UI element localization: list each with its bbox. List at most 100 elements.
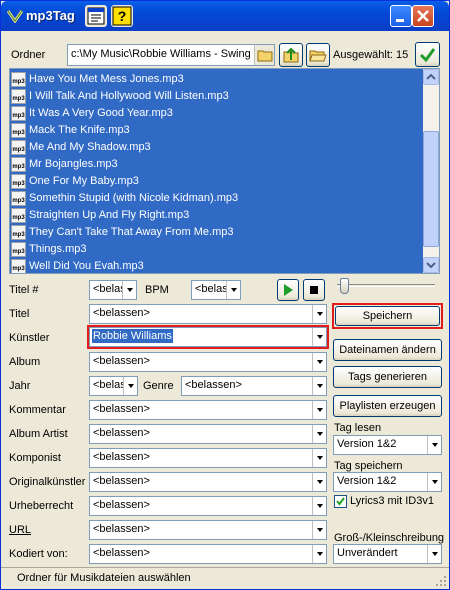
file-list-item[interactable]: mp3 Somethin Stupid (with Nicole Kidman).… (10, 190, 420, 207)
title-bar[interactable]: mp3Tag ? (1, 1, 449, 31)
scroll-up-button[interactable] (423, 69, 439, 85)
mp3-file-icon: mp3 (11, 123, 26, 138)
file-list-item[interactable]: mp3 Have You Met Mess Jones.mp3 (10, 71, 420, 88)
browse-folder-button[interactable] (254, 45, 274, 65)
mp3-file-icon: mp3 (11, 140, 26, 155)
tag-editor-icon[interactable] (85, 5, 107, 27)
bpm-select[interactable]: <belassen> (191, 280, 241, 300)
album-select[interactable]: <belassen> (89, 352, 327, 372)
generate-tags-button[interactable]: Tags generieren (333, 366, 442, 388)
bpm-label: BPM (145, 284, 169, 296)
help-icon[interactable]: ? (111, 5, 133, 27)
go-up-button[interactable] (279, 43, 303, 67)
file-list-item[interactable]: mp3 Well Did You Evah.mp3 (10, 258, 420, 273)
comment-select[interactable]: <belassen> (89, 400, 327, 420)
file-name: It Was A Very Good Year.mp3 (29, 107, 173, 119)
folder-label: Ordner (11, 49, 46, 61)
track-number-select[interactable]: <belassen> (89, 280, 137, 300)
playback-slider[interactable] (337, 284, 435, 287)
chevron-up-icon (426, 73, 436, 80)
save-button[interactable]: Speichern (335, 306, 440, 326)
file-name: Me And My Shadow.mp3 (29, 141, 151, 153)
case-select[interactable]: Unverändert (333, 544, 442, 564)
artist-value: Robbie Williams (92, 329, 173, 343)
url-select[interactable]: <belassen> (89, 520, 327, 540)
read-tag-select[interactable]: Version 1&2 (333, 435, 442, 455)
scroll-down-button[interactable] (423, 257, 439, 273)
original-artist-select[interactable]: <belassen> (89, 472, 327, 492)
copyright-label: Urheberrecht (9, 500, 74, 512)
encoded-by-label: Kodiert von: (9, 548, 68, 560)
file-name: One For My Baby.mp3 (29, 175, 139, 187)
encoded-by-select[interactable]: <belassen> (89, 544, 327, 564)
copyright-select[interactable]: <belassen> (89, 496, 327, 516)
mp3-file-icon: mp3 (11, 157, 26, 172)
play-icon (284, 284, 293, 296)
file-list-item[interactable]: mp3 Mr Bojangles.mp3 (10, 156, 420, 173)
folder-up-icon (283, 47, 299, 63)
composer-select[interactable]: <belassen> (89, 448, 327, 468)
album-artist-label: Album Artist (9, 428, 68, 440)
file-list-item[interactable]: mp3 Straighten Up And Fly Right.mp3 (10, 207, 420, 224)
resize-grip-icon[interactable] (435, 575, 447, 587)
lyrics3-checkbox[interactable] (334, 495, 347, 508)
album-artist-select[interactable]: <belassen> (89, 424, 327, 444)
file-name: Straighten Up And Fly Right.mp3 (29, 209, 190, 221)
open-folder-button[interactable] (306, 43, 330, 67)
create-playlists-button[interactable]: Playlisten erzeugen (333, 395, 442, 417)
track-label: Titel # (9, 284, 39, 296)
file-name: Well Did You Evah.mp3 (29, 260, 144, 272)
file-list-item[interactable]: mp3 One For My Baby.mp3 (10, 173, 420, 190)
lyrics3-label: Lyrics3 mit ID3v1 (350, 495, 434, 507)
file-list-item[interactable]: mp3 I Will Talk And Hollywood Will Listen… (10, 88, 420, 105)
file-list-item[interactable]: mp3 Me And My Shadow.mp3 (10, 139, 420, 156)
year-select[interactable]: <belassen> (89, 376, 138, 396)
file-name: Mack The Knife.mp3 (29, 124, 130, 136)
url-link[interactable]: URL (9, 524, 31, 536)
year-label: Jahr (9, 380, 31, 392)
artist-label: Künstler (9, 332, 50, 344)
file-list-item[interactable]: mp3 Mack The Knife.mp3 (10, 122, 420, 139)
mp3-file-icon: mp3 (11, 208, 26, 223)
file-name: Mr Bojangles.mp3 (29, 158, 118, 170)
main-window: mp3Tag ? Ordner c:\My Music\Robbie Willi… (0, 0, 450, 590)
file-list-scrollbar[interactable] (423, 69, 439, 273)
mp3-file-icon: mp3 (11, 106, 26, 121)
case-label: Groß-/Kleinschreibung (334, 532, 445, 544)
apply-button[interactable] (415, 42, 440, 67)
album-label: Album (9, 356, 41, 368)
read-tag-label: Tag lesen (334, 422, 382, 434)
checkmark-icon (419, 48, 436, 63)
minimize-button[interactable] (390, 5, 412, 27)
stop-button[interactable] (303, 279, 325, 301)
checkmark-icon (336, 497, 345, 506)
original-artist-label: Originalkünstler (9, 476, 86, 488)
title-label: Titel (9, 308, 30, 320)
close-button[interactable] (412, 5, 434, 27)
close-icon (417, 10, 429, 22)
stop-icon (310, 286, 318, 294)
save-tag-select[interactable]: Version 1&2 (333, 472, 442, 492)
save-tag-label: Tag speichern (334, 460, 403, 472)
file-name: Have You Met Mess Jones.mp3 (29, 73, 184, 85)
folder-icon (257, 50, 273, 62)
selected-count: Ausgewählt: 15 (333, 49, 409, 61)
artist-select[interactable]: Robbie Williams (89, 327, 327, 347)
title-select[interactable]: <belassen> (89, 304, 327, 324)
file-name: Things.mp3 (29, 243, 87, 255)
genre-select[interactable]: <belassen> (181, 376, 327, 396)
folder-path-input[interactable]: c:\My Music\Robbie Williams - Swing When… (67, 44, 275, 66)
mp3-file-icon: mp3 (11, 72, 26, 87)
file-list[interactable]: mp3 Have You Met Mess Jones.mp3 mp3 I Will … (9, 68, 440, 274)
mp3-file-icon: mp3 (11, 174, 26, 189)
file-list-item[interactable]: mp3 They Can't Take That Away From Me.mp3 (10, 224, 420, 241)
play-button[interactable] (277, 279, 299, 301)
scroll-thumb[interactable] (423, 131, 439, 247)
rename-files-button[interactable]: Dateinamen ändern (333, 339, 442, 361)
mp3-file-icon: mp3 (11, 191, 26, 206)
file-list-item[interactable]: mp3 It Was A Very Good Year.mp3 (10, 105, 420, 122)
playback-slider-thumb[interactable] (340, 278, 349, 294)
status-text: Ordner für Musikdateien auswählen (17, 572, 191, 584)
composer-label: Komponist (9, 452, 61, 464)
file-list-item[interactable]: mp3 Things.mp3 (10, 241, 420, 258)
